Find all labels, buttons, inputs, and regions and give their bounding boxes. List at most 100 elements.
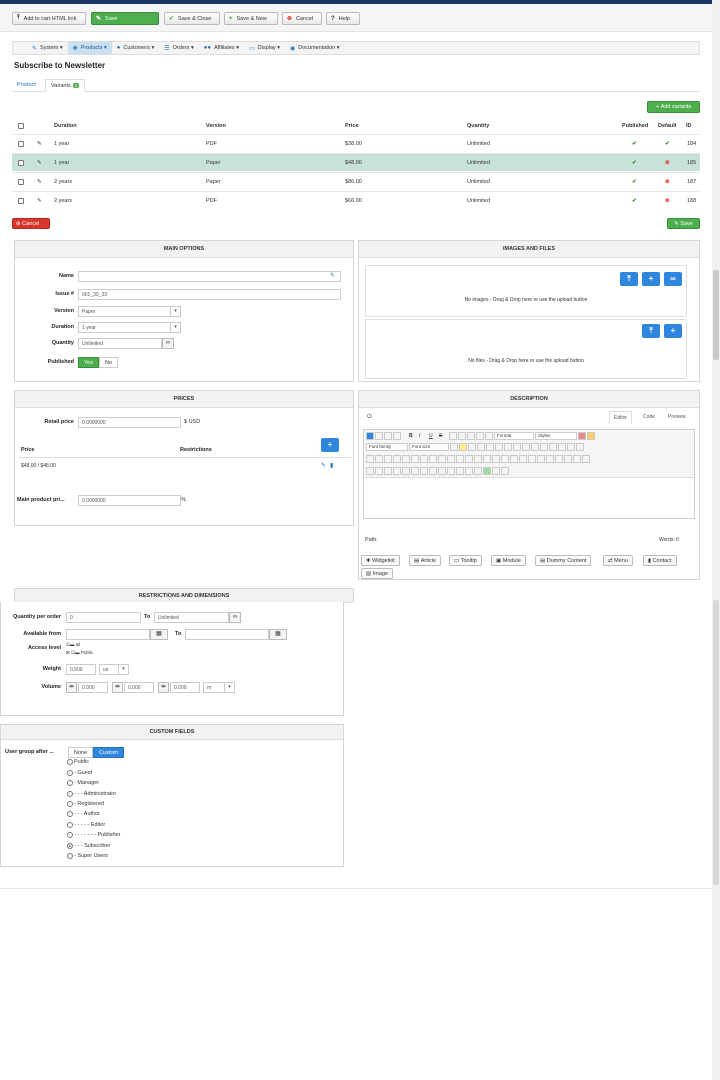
table-row[interactable]: ✎ 2 years PDF $66.00 Unlimited ✔ ⊗ 188 [12,191,700,209]
add-file-button[interactable]: + [664,324,682,338]
menu-orders[interactable]: ☰ Orders ▾ [159,42,199,54]
none-option[interactable]: None [68,747,94,758]
remove-format-icon[interactable] [578,432,586,440]
group-radio-administrator[interactable]: - - - Administrator [67,791,116,797]
help-button[interactable]: ? Help [326,12,360,25]
article-button[interactable]: ▤ Article [409,555,442,566]
col-before-icon[interactable] [474,455,482,463]
variant-save-button[interactable]: ✎ Save [667,218,700,229]
tab-variants[interactable]: Variants 4 [45,79,86,92]
duration-select[interactable]: 1 year ▾ [78,322,181,333]
font-size-select[interactable]: Font size [409,443,449,451]
copy-icon[interactable] [477,443,485,451]
row-before-icon[interactable] [447,455,455,463]
merge-cells-icon[interactable] [510,455,518,463]
volume-width-field[interactable]: 0.000 [124,682,154,693]
select-all-checkbox[interactable] [18,123,24,129]
blockquote-icon[interactable] [492,467,500,475]
row-checkbox[interactable] [18,160,24,166]
col-after-icon[interactable] [483,455,491,463]
user-group-toggle[interactable]: None Custom [68,747,125,758]
paste-text-icon[interactable] [495,443,503,451]
radio-button[interactable] [67,759,73,765]
abbr-icon[interactable] [546,455,554,463]
edit-icon[interactable]: ✎ [37,160,42,166]
group-radio-guest[interactable]: - Guest [67,770,92,776]
outdent-icon[interactable] [531,443,539,451]
group-radio-registered[interactable]: - Registered [67,801,104,807]
tab-preview[interactable]: Preview [664,411,690,423]
group-radio-public[interactable]: Public [67,759,89,765]
calendar-icon[interactable]: ▦ [150,629,168,640]
radio-button[interactable] [67,801,73,807]
tooltip-button[interactable]: ▭ Tooltip [449,555,482,566]
image-icon[interactable] [429,467,437,475]
readmore-icon[interactable] [474,467,482,475]
weight-unit-select[interactable]: oz ▾ [99,664,129,675]
available-from-field[interactable] [66,629,150,640]
retail-price-field[interactable]: 0.0000000 [78,417,181,428]
radio-button-selected[interactable] [67,843,73,849]
contact-button[interactable]: ▮ Contact [643,555,677,566]
fullscreen-icon[interactable] [384,455,392,463]
row-checkbox[interactable] [18,198,24,204]
new-doc-icon[interactable] [375,432,383,440]
edit-icon[interactable]: ✎ [37,141,42,147]
row-after-icon[interactable] [456,455,464,463]
numbering-icon[interactable] [522,443,530,451]
spellcheck-icon[interactable] [483,467,491,475]
absolute-icon[interactable] [411,467,419,475]
emotions-icon[interactable] [447,467,455,475]
help-icon[interactable] [366,432,374,440]
paragraph-icon[interactable] [485,432,493,440]
menu-products[interactable]: ✤ Products ▾ [67,42,112,54]
print-icon[interactable] [393,455,401,463]
row-props-icon[interactable] [429,455,437,463]
volume-height-field[interactable]: 0.000 [170,682,200,693]
find-icon[interactable] [402,455,410,463]
published-check-icon[interactable]: ✔ [632,198,637,204]
group-radio-author[interactable]: - - - Author [67,811,100,817]
weight-field[interactable]: 0.500 [66,664,96,675]
menu-system[interactable]: ✎ System ▾ [27,42,68,54]
del-icon[interactable] [582,455,590,463]
default-check-icon[interactable]: ✔ [665,141,670,147]
row-checkbox[interactable] [18,179,24,185]
table-icon[interactable] [420,455,428,463]
highlight-icon[interactable] [459,443,467,451]
delete-row-icon[interactable] [465,455,473,463]
group-radio-editor[interactable]: - - - - - Editor [67,822,105,828]
strike-icon[interactable]: S [439,433,448,439]
format-select[interactable]: Format [494,432,534,440]
split-cells-icon[interactable] [501,455,509,463]
menu-button[interactable]: ⇄ Menu [603,555,633,566]
code-icon[interactable] [501,467,509,475]
tab-code[interactable]: Code [639,411,659,423]
nonbreaking-icon[interactable] [456,467,464,475]
edit-icon[interactable]: ✎ [37,198,42,204]
default-x-icon[interactable]: ⊗ [665,160,670,166]
files-dropzone[interactable]: ⤒ + No files - Drag & Drop here or use t… [365,319,687,379]
published-no[interactable]: No [98,357,119,368]
bold-icon[interactable]: B [409,433,418,439]
superscript-icon[interactable] [549,443,557,451]
calendar-icon[interactable]: ▦ [269,629,287,640]
tab-editor[interactable]: Editor [609,411,633,424]
version-select[interactable]: Paper ▾ [78,306,181,317]
upload-file-button[interactable]: ⤒ [642,324,660,338]
save-button[interactable]: ✎ Save [91,12,159,25]
font-family-select[interactable]: Font family [366,443,408,451]
wand-icon[interactable]: ✎ [330,272,335,279]
edit-icon[interactable]: ✎ [321,462,326,469]
radio-button[interactable] [67,780,73,786]
name-field[interactable] [78,271,341,282]
acronym-icon[interactable] [555,455,563,463]
menu-display[interactable]: ▭ Display ▾ [244,42,285,54]
justify-icon[interactable] [476,432,484,440]
pagebreak-icon[interactable] [465,467,473,475]
scrollbar[interactable] [712,0,720,1080]
rtl-icon[interactable] [375,455,383,463]
default-x-icon[interactable]: ⊗ [665,179,670,185]
access-tree-public[interactable]: ⊞ ☑▬ Public [66,650,93,656]
add-price-button[interactable]: + [321,438,339,452]
